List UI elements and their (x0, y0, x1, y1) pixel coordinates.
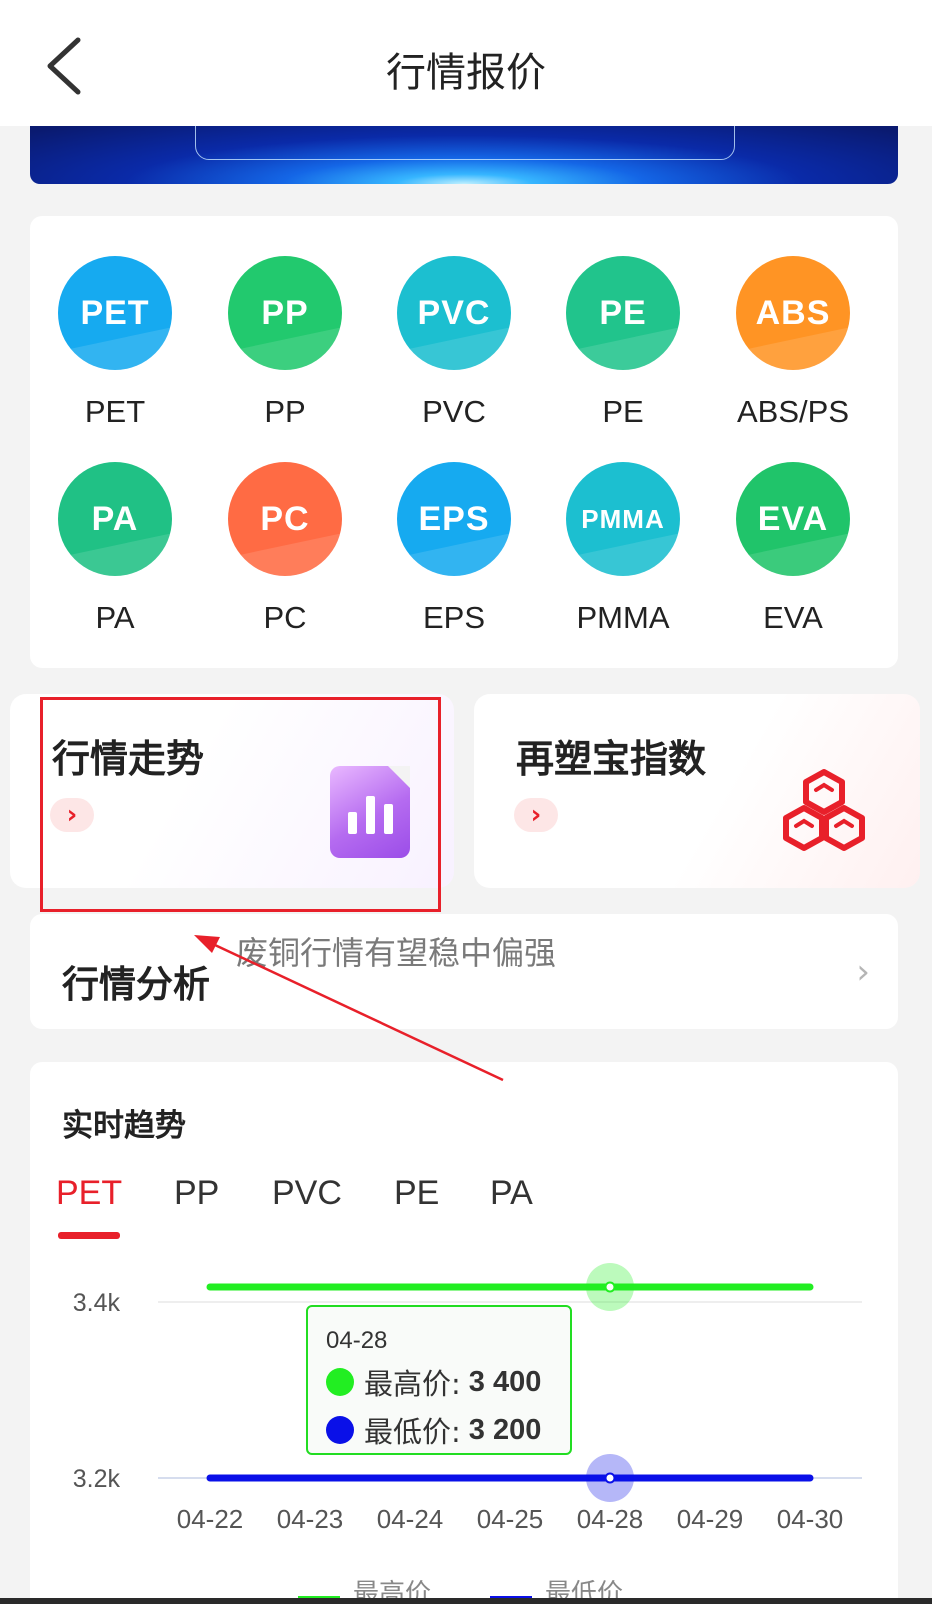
data-point (604, 1281, 616, 1293)
tooltip-low-value: 3 200 (468, 1413, 542, 1446)
chart-tooltip: 04-28 最高价: 3 400 最低价: 3 200 (306, 1305, 572, 1455)
x-tick-label: 04-23 (277, 1504, 344, 1534)
tooltip-high-row: 最高价: 3 400 (326, 1361, 570, 1403)
page-title: 行情报价 (386, 50, 546, 96)
tooltip-low-label: 最低价: (364, 1415, 461, 1449)
tooltip-low-row: 最低价: 3 200 (326, 1409, 570, 1451)
high-series-marker (326, 1368, 354, 1396)
top-bar: 行情报价 (0, 0, 932, 126)
annotation-highlight-box (40, 697, 441, 912)
x-tick-label: 04-24 (377, 1504, 444, 1534)
y-tick-label: 3.4k (73, 1289, 121, 1317)
low-series-marker (326, 1416, 354, 1444)
data-point (604, 1472, 616, 1484)
x-tick-label: 04-29 (677, 1504, 744, 1534)
screen-bottom-edge (0, 1598, 932, 1604)
tooltip-high-label: 最高价: (364, 1367, 461, 1401)
x-tick-label: 04-28 (577, 1504, 644, 1534)
y-tick-label: 3.2k (73, 1465, 121, 1493)
x-tick-label: 04-22 (177, 1504, 244, 1534)
x-tick-label: 04-30 (777, 1504, 844, 1534)
tooltip-high-value: 3 400 (468, 1365, 542, 1398)
tooltip-date: 04-28 (326, 1327, 388, 1354)
x-tick-label: 04-25 (477, 1504, 544, 1534)
